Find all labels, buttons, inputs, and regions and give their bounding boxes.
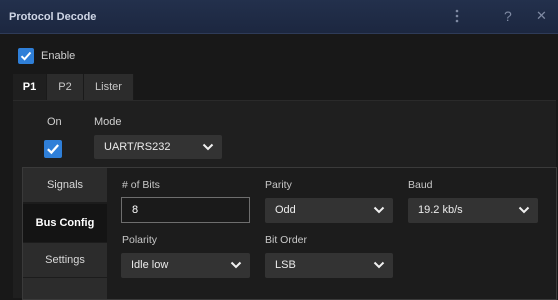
check-icon [47, 144, 60, 155]
enable-checkbox[interactable] [18, 48, 34, 64]
baud-value: 19.2 kb/s [418, 204, 463, 216]
polarity-value: Idle low [131, 259, 169, 271]
polarity-dropdown[interactable]: Idle low [121, 253, 250, 278]
tab-p1[interactable]: P1 [13, 74, 47, 100]
baud-label: Baud [408, 179, 433, 191]
bit-order-label: Bit Order [265, 234, 308, 246]
tab-lister[interactable]: Lister [84, 74, 134, 100]
chevron-down-icon [518, 206, 530, 214]
parity-dropdown[interactable]: Odd [265, 198, 393, 223]
polarity-label: Polarity [122, 234, 158, 246]
on-label: On [47, 116, 62, 128]
mode-dropdown[interactable]: UART/RS232 [94, 135, 222, 159]
on-checkbox[interactable] [44, 140, 62, 158]
parity-value: Odd [275, 204, 296, 216]
bits-label: # of Bits [122, 179, 160, 191]
sidebar-item-signals[interactable]: Signals [23, 168, 107, 202]
chevron-down-icon [373, 261, 385, 269]
parity-label: Parity [265, 179, 292, 191]
sidebar-item-settings[interactable]: Settings [23, 243, 107, 277]
chevron-down-icon [230, 261, 242, 269]
tab-p2[interactable]: P2 [47, 74, 84, 100]
bits-input[interactable]: 8 [121, 197, 250, 223]
check-icon [20, 51, 32, 61]
help-icon[interactable]: ? [504, 8, 512, 24]
chevron-down-icon [202, 143, 214, 151]
baud-dropdown[interactable]: 19.2 kb/s [408, 198, 538, 223]
bit-order-value: LSB [275, 259, 296, 271]
sidebar-item-bus-config[interactable]: Bus Config [23, 204, 107, 242]
close-icon[interactable]: ✕ [536, 8, 547, 24]
window-title: Protocol Decode [9, 11, 97, 23]
mode-label: Mode [94, 116, 122, 128]
mode-value: UART/RS232 [104, 141, 171, 153]
enable-label: Enable [41, 50, 76, 62]
title-bar: Protocol Decode ? ✕ [0, 0, 558, 34]
bit-order-dropdown[interactable]: LSB [265, 253, 393, 278]
chevron-down-icon [373, 206, 385, 214]
more-vertical-icon[interactable] [455, 9, 459, 26]
bits-value: 8 [132, 204, 139, 216]
sidebar-filler [23, 278, 107, 299]
